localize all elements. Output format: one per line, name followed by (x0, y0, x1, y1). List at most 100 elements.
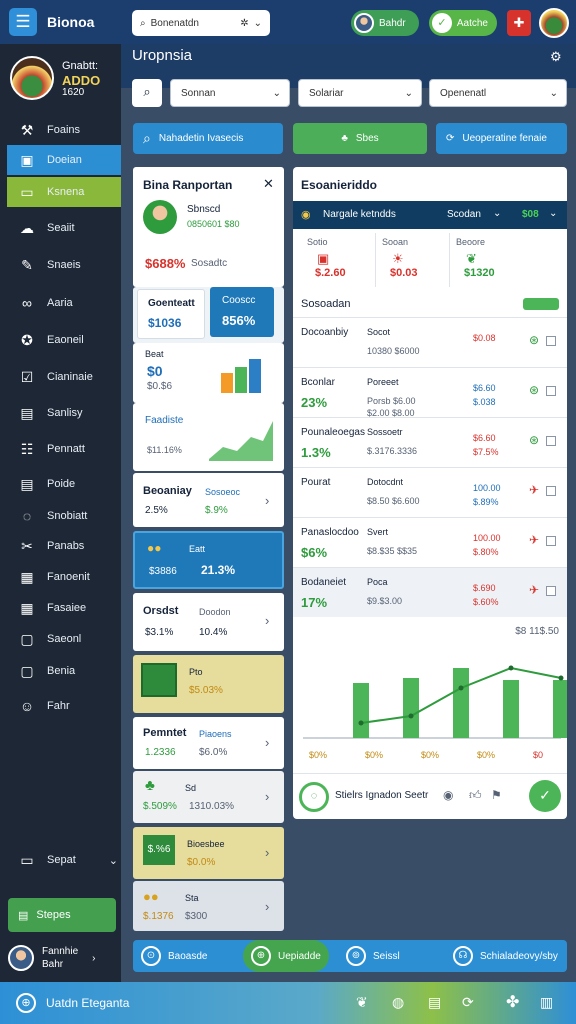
list-item[interactable]: ♣ Sd $.509% 1310.03% › (133, 771, 284, 823)
list-item[interactable]: Orsdst Doodon $3.1% 10.4% › (133, 593, 284, 651)
tab-baoasde[interactable]: ⊙ Baoasde (133, 940, 243, 972)
search-input[interactable]: ⌕ Bonenatdn ✲ ⌄ (132, 10, 270, 36)
close-icon[interactable]: ✕ (263, 176, 274, 192)
sidebar-item-foains[interactable]: ⚒ Foains (7, 115, 121, 145)
table-row[interactable]: Pounaleoegas Sossoetr 1.3% $.3176.3336 $6.60… (293, 417, 567, 467)
stat-card[interactable]: Beoore ❦ $1320 (449, 233, 517, 287)
table-row[interactable]: Docoanbiy Socot 10380 $6000 $0.08 ⊛ (293, 317, 567, 367)
eye-icon[interactable]: ◉ (443, 788, 453, 802)
menu-icon[interactable]: ☰ (9, 8, 37, 36)
list-item[interactable]: Beoaniay Sosoeoc 2.5% $.9% › (133, 473, 284, 527)
sidebar-item-sanlisy[interactable]: ▤ Sanlisy (7, 398, 121, 428)
stat-card[interactable]: Sotio ▣ $.2.60 (301, 233, 369, 287)
coins-icon: ●● (147, 541, 162, 555)
filter-select-3[interactable]: Openenatl ⌄ (429, 79, 567, 107)
sidebar-item-ksnena[interactable]: ▭ Ksnena (7, 177, 121, 207)
sidebar-item-seaiit[interactable]: ☁ Seaiit (7, 213, 121, 243)
row-checkbox[interactable] (546, 336, 556, 346)
update-action-button[interactable]: ⟳ Ueoperatine fenaie (436, 123, 567, 154)
search-action-button[interactable]: ⌕ Nahadetin Ivasecis (133, 123, 283, 154)
kpi-card-a[interactable]: Goenteatt $1036 (137, 289, 205, 339)
thumbs-up-icon[interactable]: 👍︎ (469, 788, 482, 803)
list-item-highlight[interactable]: ●● Eatt $3886 21.3% (133, 531, 284, 589)
grid-icon[interactable]: ▥ (540, 994, 553, 1011)
list-item[interactable]: Pemntet Piaoens 1.2336 $6.0% › (133, 717, 284, 769)
leaf-icon[interactable]: ❦ (356, 994, 368, 1011)
mini-chart-sub: $0.$6 (147, 381, 173, 392)
card-icon[interactable]: ▤ (428, 994, 441, 1011)
detail-panel: Esoanieriddo ◉ Nargale ketndds Scodan ⌄ … (293, 167, 567, 819)
cloud-icon: ☁ (20, 219, 34, 236)
sidebar-item-aaria[interactable]: ∞ Aaria (7, 288, 121, 318)
tab-uepiadde[interactable]: ⊕ Uepiadde (243, 940, 329, 972)
steps-button[interactable]: ▤ Stepes (8, 898, 116, 932)
share-icon[interactable]: ✤ (506, 992, 519, 1012)
sidebar-item-fasaiee[interactable]: ▦ Fasaiee (7, 593, 121, 623)
settings-icon[interactable]: ✲ (240, 18, 248, 29)
band-label: Nargale ketndds (323, 209, 396, 220)
row-checkbox[interactable] (546, 436, 556, 446)
chart-tick-label: $0% (365, 750, 383, 760)
toggle-switch[interactable] (523, 298, 559, 310)
filter-select-2[interactable]: Solariar ⌄ (298, 79, 422, 107)
sidebar-item-fahr[interactable]: ☺ Fahr (7, 691, 121, 721)
flag-icon[interactable]: ⚑ (491, 788, 502, 802)
row-checkbox[interactable] (546, 486, 556, 496)
support-icon[interactable]: ◌ (299, 782, 329, 812)
globe-icon[interactable]: ⊕ (16, 993, 36, 1013)
chevron-down-icon[interactable]: ⌄ (254, 18, 262, 29)
search-button[interactable]: ⌕ (132, 79, 162, 107)
list-item-yellow[interactable]: $.%6 Bioesbee $0.0% › (133, 827, 284, 879)
action-pill-button[interactable]: ✓ Aatche (429, 10, 497, 36)
trend-card[interactable]: Faadiste $11.16% (133, 403, 284, 471)
kpi-card-b[interactable]: Cooscc 856% (210, 287, 274, 337)
row-percent: 1.3% (301, 445, 331, 460)
tab-schialadeovy[interactable]: ☊ Schialadeovy/sby (445, 940, 567, 972)
list-icon: ▤ (18, 909, 29, 922)
row-checkbox[interactable] (546, 536, 556, 546)
sidebar-item-saeonl[interactable]: ▢ Saeonl (7, 624, 121, 654)
sidebar-item-snaeis[interactable]: ✎ Snaeis (7, 250, 121, 280)
confirm-button[interactable]: ✓ (529, 780, 561, 812)
band-select[interactable]: Scodan (447, 209, 481, 220)
filter-select-1[interactable]: Sonnan ⌄ (170, 79, 290, 107)
list-item-value: $.9% (205, 505, 228, 516)
tab-seissl[interactable]: ⊚ Seissl (338, 940, 438, 972)
sidebar-item-fanoenit[interactable]: ▦ Fanoenit (7, 562, 121, 592)
list-item-value: $3.1% (145, 627, 174, 638)
refresh-icon[interactable]: ⟳ (462, 994, 474, 1011)
add-button[interactable]: ✚ (507, 10, 531, 36)
tree-action-button[interactable]: ♣ Sbes (293, 123, 427, 154)
sidebar-item-snobiatt[interactable]: ◌ Snobiatt (7, 501, 121, 531)
sidebar-item-eaoneil[interactable]: ✪ Eaoneil (7, 325, 121, 355)
table-row[interactable]: Panaslocdoo Svert $6% $8.$35 $$35 100.00 $.8… (293, 517, 567, 567)
table-row[interactable]: Bconlar Poreeet 23% Porsb $6.00 $2.00 $8.00… (293, 367, 567, 418)
tab-label: Seissl (373, 950, 400, 962)
stat-card[interactable]: Sooan ☀ $0.03 (375, 233, 443, 287)
user-menu[interactable]: Fannhie Bahr › (8, 940, 118, 976)
sidebar-item-poide[interactable]: ▤ Poide (7, 469, 121, 499)
pen-icon: ✎ (21, 256, 33, 273)
chat-icon[interactable]: ◍ (392, 994, 404, 1011)
sidebar-item-benia[interactable]: ▢ Benia (7, 656, 121, 686)
sidebar-item-pennatt[interactable]: ☷ Pennatt (7, 434, 121, 464)
sidebar-item-label: Aaria (47, 297, 73, 309)
sidebar-item-doeian[interactable]: ▣ Doeian (7, 145, 121, 175)
list-item[interactable]: ●● Sta $.1376 $300 › (133, 881, 284, 931)
chevron-down-icon[interactable]: ⌄ (549, 208, 557, 219)
profile-pill-button[interactable]: Bahdr (351, 10, 419, 36)
table-row[interactable]: Bodaneiet Poca 17% $9.$3.00 $.690 $.60% ✈ (293, 567, 567, 617)
table-row[interactable]: Pourat Dotocdnt $8.50 $6.600 100.00 $.89% ✈ (293, 467, 567, 517)
sidebar-item-cianinaie[interactable]: ☑ Cianinaie (7, 362, 121, 392)
row-checkbox[interactable] (546, 386, 556, 396)
chevron-down-icon[interactable]: ⌄ (493, 208, 501, 219)
sidebar-group[interactable]: ▭ Sepat ⌄ (7, 845, 121, 875)
logo[interactable] (539, 8, 569, 38)
row-right: 100.00 $.89% (473, 483, 501, 507)
list-item-yellow[interactable]: Pto $5.03% (133, 655, 284, 713)
sidebar-item-panabs[interactable]: ✂ Panabs (7, 531, 121, 561)
footer-title: Uatdn Eteganta (46, 996, 130, 1010)
tab-bar: ⊙ Baoasde ⊕ Uepiadde ⊚ Seissl ☊ Schialadeovy… (133, 940, 567, 972)
row-checkbox[interactable] (546, 586, 556, 596)
gear-icon[interactable]: ⚙ (550, 49, 562, 65)
